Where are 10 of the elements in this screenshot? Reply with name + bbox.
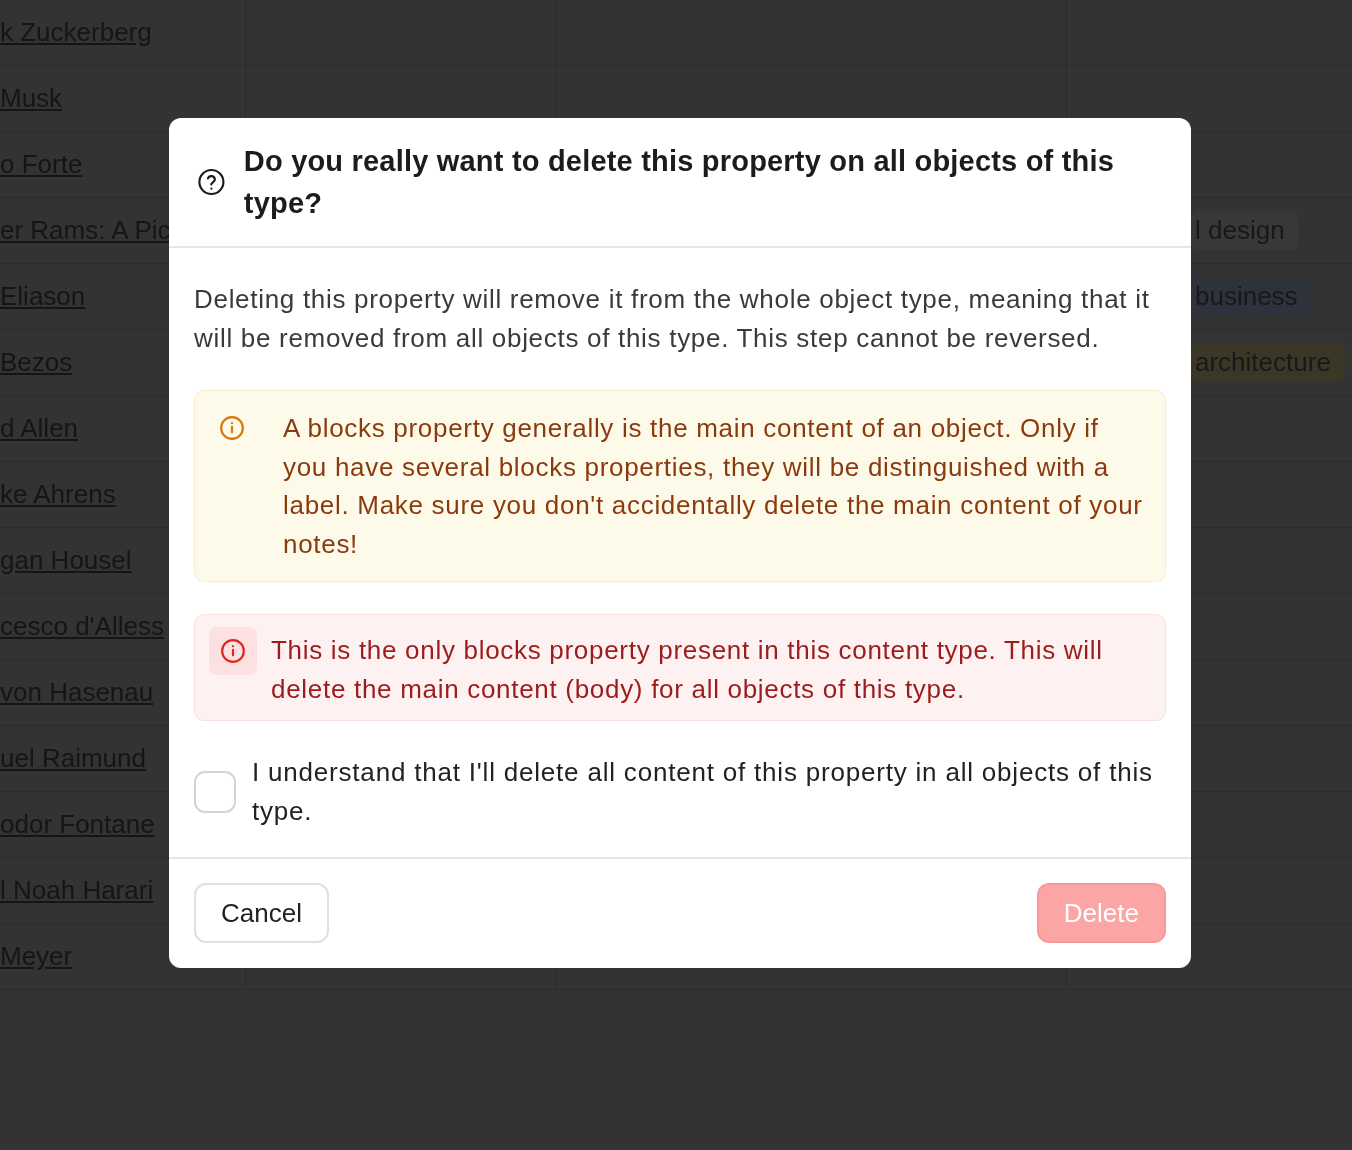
alert-text: This is the only blocks property present in this content type. This will delete the main content (body) for all objects of this type.: [271, 634, 1104, 706]
info-icon: [220, 638, 246, 664]
info-icon: [219, 415, 245, 441]
cancel-button[interactable]: Cancel: [194, 883, 329, 943]
help-icon: [197, 167, 226, 197]
checkbox[interactable]: [194, 771, 236, 813]
description: Deleting this property will remove it from the whole object type, meaning that it will be removed from all objects of this type. This step cannot be reversed.: [194, 283, 1151, 355]
dialog-title: Do you really want to delete this property on all objects of this type?: [243, 144, 1116, 221]
checkbox-label: I understand that I'll delete all content of this property in all objects of this type.: [252, 756, 1154, 828]
alert-text: A blocks property generally is the main content of an object. Only if you have several blocks properties, they will be distinguished with a label. Make sure you don't accidentally delete the main content of your notes!: [282, 412, 1143, 561]
